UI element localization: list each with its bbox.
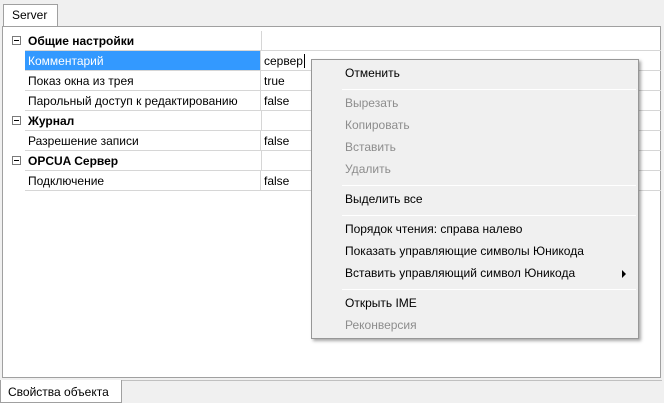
text-caret bbox=[303, 54, 305, 68]
context-menu: Отменить Вырезать Копировать Вставить Уд… bbox=[311, 59, 639, 339]
menu-item-cut[interactable]: Вырезать bbox=[314, 93, 636, 115]
submenu-arrow-icon bbox=[622, 270, 626, 278]
menu-item-select-all[interactable]: Выделить все bbox=[314, 189, 636, 211]
menu-item-open-ime[interactable]: Открыть IME bbox=[314, 293, 636, 315]
menu-item-label: Вставить управляющий символ Юникода bbox=[345, 266, 576, 280]
menu-item-paste[interactable]: Вставить bbox=[314, 137, 636, 159]
menu-item-insert-unicode-control[interactable]: Вставить управляющий символ Юникода bbox=[314, 263, 636, 285]
category-label: OPCUA Сервер bbox=[25, 151, 261, 171]
document-tab-strip: Server bbox=[0, 0, 664, 27]
property-value-text: сервер bbox=[264, 54, 303, 68]
menu-item-delete[interactable]: Удалить bbox=[314, 159, 636, 181]
menu-separator bbox=[342, 289, 636, 290]
tab-object-properties[interactable]: Свойства объекта bbox=[0, 380, 122, 403]
property-name[interactable]: Разрешение записи bbox=[25, 131, 261, 151]
collapse-icon[interactable] bbox=[12, 156, 21, 165]
category-label: Общие настройки bbox=[25, 31, 261, 51]
tab-server[interactable]: Server bbox=[3, 4, 58, 27]
menu-item-copy[interactable]: Копировать bbox=[314, 115, 636, 137]
collapse-icon[interactable] bbox=[12, 36, 21, 45]
menu-separator bbox=[342, 185, 636, 186]
category-label: Журнал bbox=[25, 111, 261, 131]
menu-separator bbox=[342, 215, 636, 216]
category-value-cell bbox=[261, 31, 661, 51]
collapse-icon[interactable] bbox=[12, 116, 21, 125]
property-name[interactable]: Комментарий bbox=[25, 51, 261, 71]
property-name[interactable]: Показ окна из трея bbox=[25, 71, 261, 91]
menu-item-undo[interactable]: Отменить bbox=[314, 63, 636, 85]
category-general[interactable]: Общие настройки bbox=[10, 31, 661, 51]
bottom-tab-divider bbox=[122, 380, 662, 381]
property-name[interactable]: Парольный доступ к редактированию bbox=[25, 91, 261, 111]
menu-separator bbox=[342, 89, 636, 90]
menu-item-reconversion[interactable]: Реконверсия bbox=[314, 315, 636, 337]
menu-item-show-unicode-control[interactable]: Показать управляющие символы Юникода bbox=[314, 241, 636, 263]
property-name[interactable]: Подключение bbox=[25, 171, 261, 191]
menu-item-rtl-order[interactable]: Порядок чтения: справа налево bbox=[314, 219, 636, 241]
